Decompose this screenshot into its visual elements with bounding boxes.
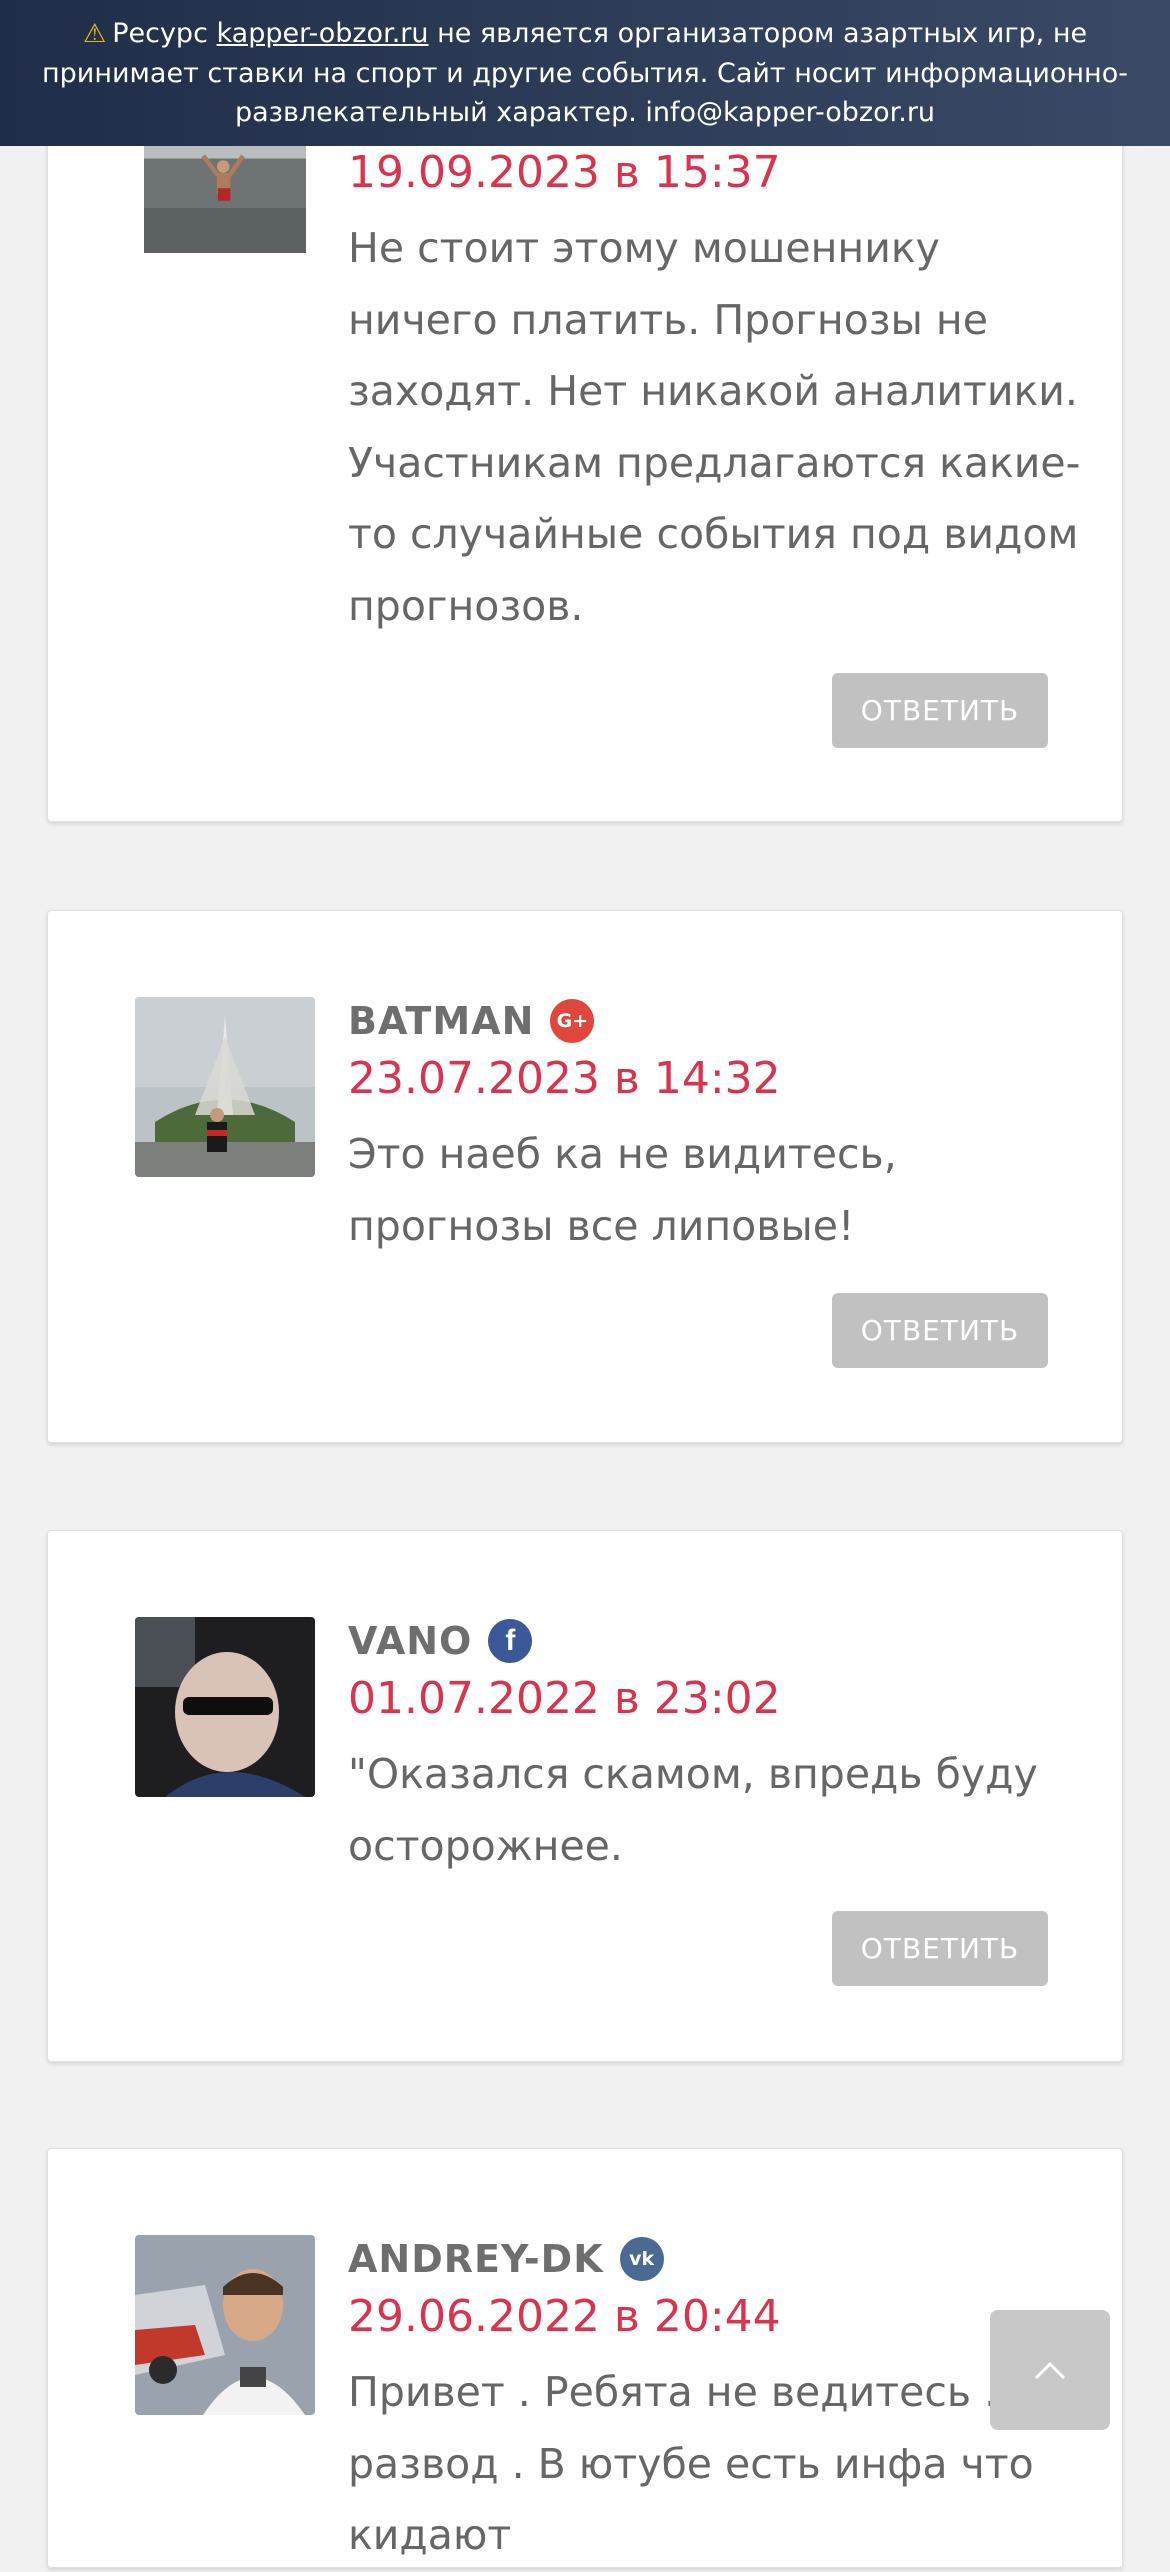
scroll-to-top-button[interactable] <box>990 2310 1110 2430</box>
avatar <box>135 2235 315 2415</box>
comment-author: ANDREY-DK vk <box>348 2233 664 2285</box>
reply-button[interactable]: ОТВЕТИТЬ <box>832 1911 1048 1986</box>
avatar <box>135 997 315 1177</box>
reply-button[interactable]: ОТВЕТИТЬ <box>832 1293 1048 1368</box>
comment-date: 01.07.2022 в 23:02 <box>348 1673 781 1724</box>
reply-button[interactable]: ОТВЕТИТЬ <box>832 673 1048 748</box>
disclaimer-banner: ⚠ Ресурс kapper-obzor.ru не является орга… <box>0 0 1170 146</box>
site-link[interactable]: kapper-obzor.ru <box>217 18 429 49</box>
comment-date: 19.09.2023 в 15:37 <box>348 147 781 198</box>
warning-icon: ⚠ <box>82 19 107 49</box>
comment-text: Это наеб ка не видитесь, прогнозы все ли… <box>348 1130 897 1250</box>
comment-card: ANDREY-DK vk 29.06.2022 в 20:44 Привет .… <box>47 2148 1123 2568</box>
avatar <box>135 1617 315 1797</box>
vk-icon: vk <box>619 2237 664 2281</box>
comment-author: BATMAN G+ <box>348 995 595 1047</box>
comment-author: VANO f <box>348 1615 533 1667</box>
facebook-icon: f <box>488 1619 533 1663</box>
disclaimer-prefix: Ресурс <box>112 18 217 49</box>
comment-date: 29.06.2022 в 20:44 <box>348 2291 781 2342</box>
google-plus-icon: G+ <box>550 999 595 1043</box>
comment-card: BATMAN G+ 23.07.2023 в 14:32 Это наеб ка… <box>47 910 1123 1443</box>
author-name[interactable]: BATMAN <box>348 999 534 1043</box>
comment-text: "Оказался скамом, впредь буду осторожнее… <box>348 1750 1038 1870</box>
author-name[interactable]: VANO <box>348 1619 472 1663</box>
comment-text: Привет . Ребята не ведитесь . Это развод… <box>348 2368 1088 2559</box>
chevron-up-icon <box>1034 2361 1066 2380</box>
comment-card: VANO f 01.07.2022 в 23:02 "Оказался скам… <box>47 1530 1123 2062</box>
comment-text: Не стоит этому мошеннику ничего платить.… <box>348 224 1081 630</box>
comment-date: 23.07.2023 в 14:32 <box>348 1053 781 1104</box>
author-name[interactable]: ANDREY-DK <box>348 2237 604 2281</box>
